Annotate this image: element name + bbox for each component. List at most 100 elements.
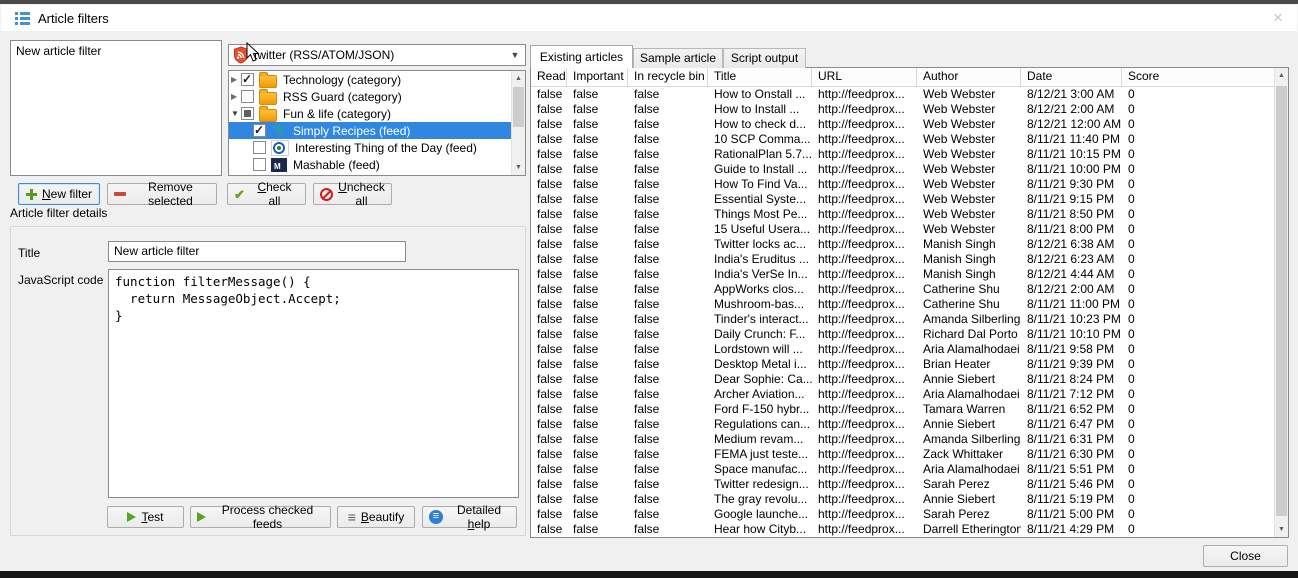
table-row[interactable]: falsefalsefalseThe gray revolu...http://… <box>531 492 1275 507</box>
checkbox[interactable] <box>241 90 254 103</box>
table-cell: 0 <box>1122 87 1275 102</box>
expand-arrow-icon[interactable]: ▶ <box>231 75 241 85</box>
table-row[interactable]: falsefalsefalseMedium revam...http://fee… <box>531 432 1275 447</box>
table-cell: 0 <box>1122 447 1275 462</box>
tree-item[interactable]: Simply Recipes (feed) <box>229 122 512 139</box>
uncheck-all-label: Uncheck all <box>338 180 385 208</box>
scroll-up-icon[interactable]: ▲ <box>1275 68 1288 83</box>
scrollbar-thumb[interactable] <box>1276 86 1287 516</box>
js-code-editor[interactable]: function filterMessage() { return Messag… <box>108 269 519 498</box>
checkbox[interactable] <box>253 158 266 171</box>
table-cell: false <box>531 357 567 372</box>
table-cell: 0 <box>1122 282 1275 297</box>
checkbox[interactable] <box>241 107 254 120</box>
column-header[interactable]: URL <box>812 68 917 86</box>
table-cell: http://feedprox... <box>812 267 917 282</box>
scroll-down-icon[interactable]: ▼ <box>1275 522 1288 537</box>
column-header[interactable]: Author <box>917 68 1021 86</box>
tree-item[interactable]: ▼Fun & life (category) <box>229 105 512 122</box>
table-row[interactable]: falsefalsefalse15 Useful Usera...http://… <box>531 222 1275 237</box>
existing-articles-table: ReadImportantIn recycle binTitleURLAutho… <box>530 67 1289 538</box>
table-row[interactable]: falsefalsefalseRegulations can...http://… <box>531 417 1275 432</box>
table-row[interactable]: falsefalsefalseDesktop Metal i...http://… <box>531 357 1275 372</box>
table-cell: false <box>567 102 628 117</box>
account-selector[interactable]: twitter (RSS/ATOM/JSON) ▼ <box>228 44 526 66</box>
column-header[interactable]: Read <box>531 68 567 86</box>
no-sign-icon <box>320 188 333 201</box>
remove-selected-button[interactable]: Remove selected <box>107 183 217 205</box>
title-input[interactable]: New article filter <box>108 241 406 262</box>
table-row[interactable]: falsefalsefalseTinder's interact...http:… <box>531 312 1275 327</box>
table-row[interactable]: falsefalsefalseFord F-150 hybr...http://… <box>531 402 1275 417</box>
column-header[interactable]: Date <box>1021 68 1122 86</box>
table-row[interactable]: falsefalsefalseHow to Onstall ...http://… <box>531 87 1275 102</box>
tree-item[interactable]: Mashable (feed) <box>229 156 512 173</box>
table-row[interactable]: falsefalsefalseDaily Crunch: F...http://… <box>531 327 1275 342</box>
checkbox[interactable] <box>253 141 266 154</box>
table-row[interactable]: falsefalsefalseRationalPlan 5.7...http:/… <box>531 147 1275 162</box>
tree-item[interactable]: Interesting Thing of the Day (feed) <box>229 139 512 156</box>
filters-list[interactable]: New article filter <box>10 40 222 176</box>
table-row[interactable]: falsefalsefalseDear Sophie: Ca...http://… <box>531 372 1275 387</box>
checkbox[interactable] <box>241 73 254 86</box>
table-row[interactable]: falsefalsefalseMushroom-bas...http://fee… <box>531 297 1275 312</box>
table-row[interactable]: falsefalsefalseThings Most Pe...http://f… <box>531 207 1275 222</box>
column-header[interactable]: Score <box>1122 68 1275 86</box>
filter-list-item[interactable]: New article filter <box>11 41 221 61</box>
tab-script-output[interactable]: Script output <box>723 48 806 68</box>
table-row[interactable]: falsefalsefalseSpace manufac...http://fe… <box>531 462 1275 477</box>
js-code-label: JavaScript code <box>18 273 103 287</box>
table-row[interactable]: falsefalsefalseArcher Aviation...http://… <box>531 387 1275 402</box>
table-cell: 8/11/21 7:12 PM <box>1021 387 1122 402</box>
feeds-tree[interactable]: ▶Technology (category)▶RSS Guard (catego… <box>228 70 526 176</box>
table-row[interactable]: falsefalsefalseGoogle launche...http://f… <box>531 507 1275 522</box>
dialog-titlebar[interactable]: Article filters × <box>1 5 1297 31</box>
column-header[interactable]: Title <box>708 68 812 86</box>
column-header[interactable]: Important <box>567 68 628 86</box>
table-vertical-scrollbar[interactable]: ▲ ▼ <box>1274 68 1288 537</box>
checkbox[interactable] <box>253 124 266 137</box>
table-row[interactable]: falsefalsefalseLordstown will ...http://… <box>531 342 1275 357</box>
check-all-button[interactable]: ✔ Check all <box>227 183 306 205</box>
detailed-help-button[interactable]: Detailed help <box>422 506 517 528</box>
chevron-down-icon[interactable]: ▼ <box>505 50 525 60</box>
table-row[interactable]: falsefalsefalseAppWorks clos...http://fe… <box>531 282 1275 297</box>
tab-sample-article[interactable]: Sample article <box>633 48 723 68</box>
close-icon[interactable]: × <box>1267 7 1289 29</box>
scroll-up-icon[interactable]: ▲ <box>512 71 525 86</box>
new-filter-button[interactable]: New filter <box>18 183 100 205</box>
table-cell: Amanda Silberling <box>917 432 1021 447</box>
tree-item[interactable]: ▶RSS Guard (category) <box>229 88 512 105</box>
table-row[interactable]: falsefalsefalseGuide to Install ...http:… <box>531 162 1275 177</box>
table-cell: false <box>628 297 708 312</box>
expand-arrow-icon[interactable]: ▼ <box>231 109 241 119</box>
checkmark-icon: ✔ <box>234 188 245 201</box>
tree-item[interactable]: ▶Technology (category) <box>229 71 512 88</box>
new-filter-label: New filter <box>42 187 92 201</box>
scrollbar-thumb[interactable] <box>513 87 524 127</box>
table-row[interactable]: falsefalsefalseTwitter locks ac...http:/… <box>531 237 1275 252</box>
table-cell: 8/11/21 5:00 PM <box>1021 507 1122 522</box>
test-button[interactable]: Test <box>107 506 184 528</box>
process-checked-feeds-button[interactable]: Process checked feeds <box>190 506 331 528</box>
table-cell: false <box>567 327 628 342</box>
table-row[interactable]: falsefalsefalseHow to check d...http://f… <box>531 117 1275 132</box>
tree-vertical-scrollbar[interactable]: ▲ ▼ <box>511 71 525 175</box>
table-row[interactable]: falsefalsefalseHow to Install ...http://… <box>531 102 1275 117</box>
scroll-down-icon[interactable]: ▼ <box>512 160 525 175</box>
table-row[interactable]: falsefalsefalseFEMA just teste...http://… <box>531 447 1275 462</box>
table-cell: Dear Sophie: Ca... <box>708 372 812 387</box>
tab-existing-articles[interactable]: Existing articles <box>530 45 633 68</box>
uncheck-all-button[interactable]: Uncheck all <box>313 183 392 205</box>
table-row[interactable]: falsefalsefalseIndia's Eruditus ...http:… <box>531 252 1275 267</box>
table-row[interactable]: falsefalsefalse10 SCP Comma...http://fee… <box>531 132 1275 147</box>
table-row[interactable]: falsefalsefalseEssential Syste...http://… <box>531 192 1275 207</box>
table-row[interactable]: falsefalsefalseHear how Cityb...http://f… <box>531 522 1275 537</box>
table-row[interactable]: falsefalsefalseHow To Find Va...http://f… <box>531 177 1275 192</box>
expand-arrow-icon[interactable]: ▶ <box>231 92 241 102</box>
close-button[interactable]: Close <box>1203 545 1288 567</box>
beautify-button[interactable]: ≡ Beautify <box>337 506 415 528</box>
table-row[interactable]: falsefalsefalseIndia's VerSe In...http:/… <box>531 267 1275 282</box>
table-row[interactable]: falsefalsefalseTwitter redesign...http:/… <box>531 477 1275 492</box>
column-header[interactable]: In recycle bin <box>628 68 708 86</box>
